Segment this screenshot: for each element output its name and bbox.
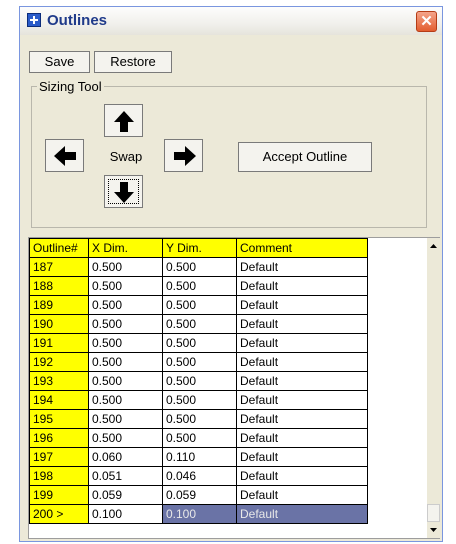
outlines-grid[interactable]: Outline# X Dim. Y Dim. Comment 187 0.500 0… [28, 237, 440, 539]
table-cell[interactable]: Default [236, 276, 368, 296]
table-cell[interactable]: 0.500 [162, 409, 237, 429]
outline-number-cell[interactable]: 187 [29, 257, 89, 277]
outline-number-cell[interactable]: 197 [29, 447, 89, 467]
table-row[interactable]: 188 0.500 0.500 Default [29, 276, 368, 296]
column-header[interactable]: Y Dim. [162, 238, 237, 258]
swap-button[interactable]: Swap [104, 143, 148, 171]
move-right-button[interactable] [164, 139, 203, 172]
table-cell[interactable]: 0.046 [162, 466, 237, 486]
table-row[interactable]: 191 0.500 0.500 Default [29, 333, 368, 353]
arrow-right-icon [174, 146, 196, 166]
table-cell[interactable]: 0.500 [88, 333, 163, 353]
arrow-down-icon [114, 182, 134, 203]
table-cell[interactable]: 0.500 [162, 371, 237, 391]
table-cell[interactable]: Default [236, 447, 368, 467]
table-cell[interactable]: Default [236, 257, 368, 277]
table-cell[interactable]: 0.500 [88, 409, 163, 429]
outline-number-cell[interactable]: 195 [29, 409, 89, 429]
table-row[interactable]: 198 0.051 0.046 Default [29, 466, 368, 486]
save-button[interactable]: Save [29, 51, 90, 73]
table-cell[interactable]: 0.500 [88, 390, 163, 410]
table-cell[interactable]: Default [236, 390, 368, 410]
header-row: Outline# X Dim. Y Dim. Comment [29, 238, 368, 258]
table-cell[interactable]: 0.059 [162, 485, 237, 505]
outline-number-cell[interactable]: 193 [29, 371, 89, 391]
table-row[interactable]: 196 0.500 0.500 Default [29, 428, 368, 448]
scroll-up-icon[interactable] [427, 238, 440, 254]
table-cell[interactable]: 0.500 [88, 314, 163, 334]
table-cell[interactable]: Default [236, 371, 368, 391]
table-cell[interactable]: 0.110 [162, 447, 237, 467]
arrow-up-icon [114, 111, 134, 132]
outline-number-cell[interactable]: 200 > [29, 504, 89, 524]
table-row[interactable]: 194 0.500 0.500 Default [29, 390, 368, 410]
table-cell[interactable]: 0.500 [162, 314, 237, 334]
table-cell[interactable]: 0.500 [162, 428, 237, 448]
outline-number-cell[interactable]: 196 [29, 428, 89, 448]
window-title: Outlines [47, 12, 108, 29]
table-cell[interactable]: 0.059 [88, 485, 163, 505]
table-row[interactable]: 197 0.060 0.110 Default [29, 447, 368, 467]
table-cell[interactable]: Default [236, 352, 368, 372]
table-row[interactable]: 193 0.500 0.500 Default [29, 371, 368, 391]
accept-outline-button[interactable]: Accept Outline [238, 142, 372, 172]
table-cell[interactable]: 0.500 [88, 428, 163, 448]
grid-icon [27, 13, 41, 27]
vertical-scrollbar[interactable] [427, 238, 440, 538]
table-row[interactable]: 192 0.500 0.500 Default [29, 352, 368, 372]
table-cell[interactable]: 0.500 [162, 352, 237, 372]
table-cell[interactable]: 0.100 [88, 504, 163, 524]
outlines-window: Outlines ✕ Save Restore Sizing Tool Swap… [19, 6, 443, 542]
table-cell[interactable]: Default [236, 485, 368, 505]
scroll-down-icon[interactable] [427, 522, 440, 538]
arrow-left-icon [54, 146, 76, 166]
table-cell[interactable]: 0.500 [88, 352, 163, 372]
outline-number-cell[interactable]: 189 [29, 295, 89, 315]
sizing-tool-label: Sizing Tool [37, 79, 104, 94]
table-cell[interactable]: 0.500 [162, 257, 237, 277]
table-cell[interactable]: Default [236, 314, 368, 334]
table-cell[interactable]: 0.500 [88, 371, 163, 391]
table-row[interactable]: 199 0.059 0.059 Default [29, 485, 368, 505]
table-row[interactable]: 189 0.500 0.500 Default [29, 295, 368, 315]
table-row[interactable]: 190 0.500 0.500 Default [29, 314, 368, 334]
outline-number-cell[interactable]: 194 [29, 390, 89, 410]
move-down-button[interactable] [104, 175, 143, 208]
outline-number-cell[interactable]: 192 [29, 352, 89, 372]
outline-number-cell[interactable]: 191 [29, 333, 89, 353]
outlines-table: Outline# X Dim. Y Dim. Comment 187 0.500 0… [29, 238, 368, 524]
table-cell[interactable]: Default [236, 466, 368, 486]
table-cell[interactable]: Default [236, 428, 368, 448]
table-cell[interactable]: 0.100 [162, 504, 237, 524]
table-cell[interactable]: 0.500 [162, 295, 237, 315]
table-row[interactable]: 187 0.500 0.500 Default [29, 257, 368, 277]
title-bar[interactable]: Outlines ✕ [20, 7, 442, 35]
table-cell[interactable]: 0.500 [162, 333, 237, 353]
outline-number-cell[interactable]: 199 [29, 485, 89, 505]
table-row[interactable]: 200 >0.100 0.100 Default [29, 504, 368, 524]
table-cell[interactable]: 0.500 [88, 276, 163, 296]
table-cell[interactable]: 0.060 [88, 447, 163, 467]
outline-number-cell[interactable]: 190 [29, 314, 89, 334]
outline-number-cell[interactable]: 188 [29, 276, 89, 296]
table-cell[interactable]: 0.500 [88, 295, 163, 315]
scroll-thumb[interactable] [427, 504, 440, 522]
table-cell[interactable]: 0.500 [88, 257, 163, 277]
table-row[interactable]: 195 0.500 0.500 Default [29, 409, 368, 429]
outline-number-cell[interactable]: 198 [29, 466, 89, 486]
move-up-button[interactable] [104, 104, 143, 137]
table-cell[interactable]: 0.500 [162, 276, 237, 296]
column-header[interactable]: Outline# [29, 238, 89, 258]
table-cell[interactable]: Default [236, 504, 368, 524]
column-header[interactable]: X Dim. [88, 238, 163, 258]
table-cell[interactable]: Default [236, 409, 368, 429]
table-cell[interactable]: Default [236, 333, 368, 353]
table-cell[interactable]: 0.500 [162, 390, 237, 410]
table-cell[interactable]: 0.051 [88, 466, 163, 486]
column-header[interactable]: Comment [236, 238, 368, 258]
table-cell[interactable]: Default [236, 295, 368, 315]
move-left-button[interactable] [45, 139, 84, 172]
restore-button[interactable]: Restore [94, 51, 172, 73]
close-button[interactable]: ✕ [416, 11, 437, 32]
